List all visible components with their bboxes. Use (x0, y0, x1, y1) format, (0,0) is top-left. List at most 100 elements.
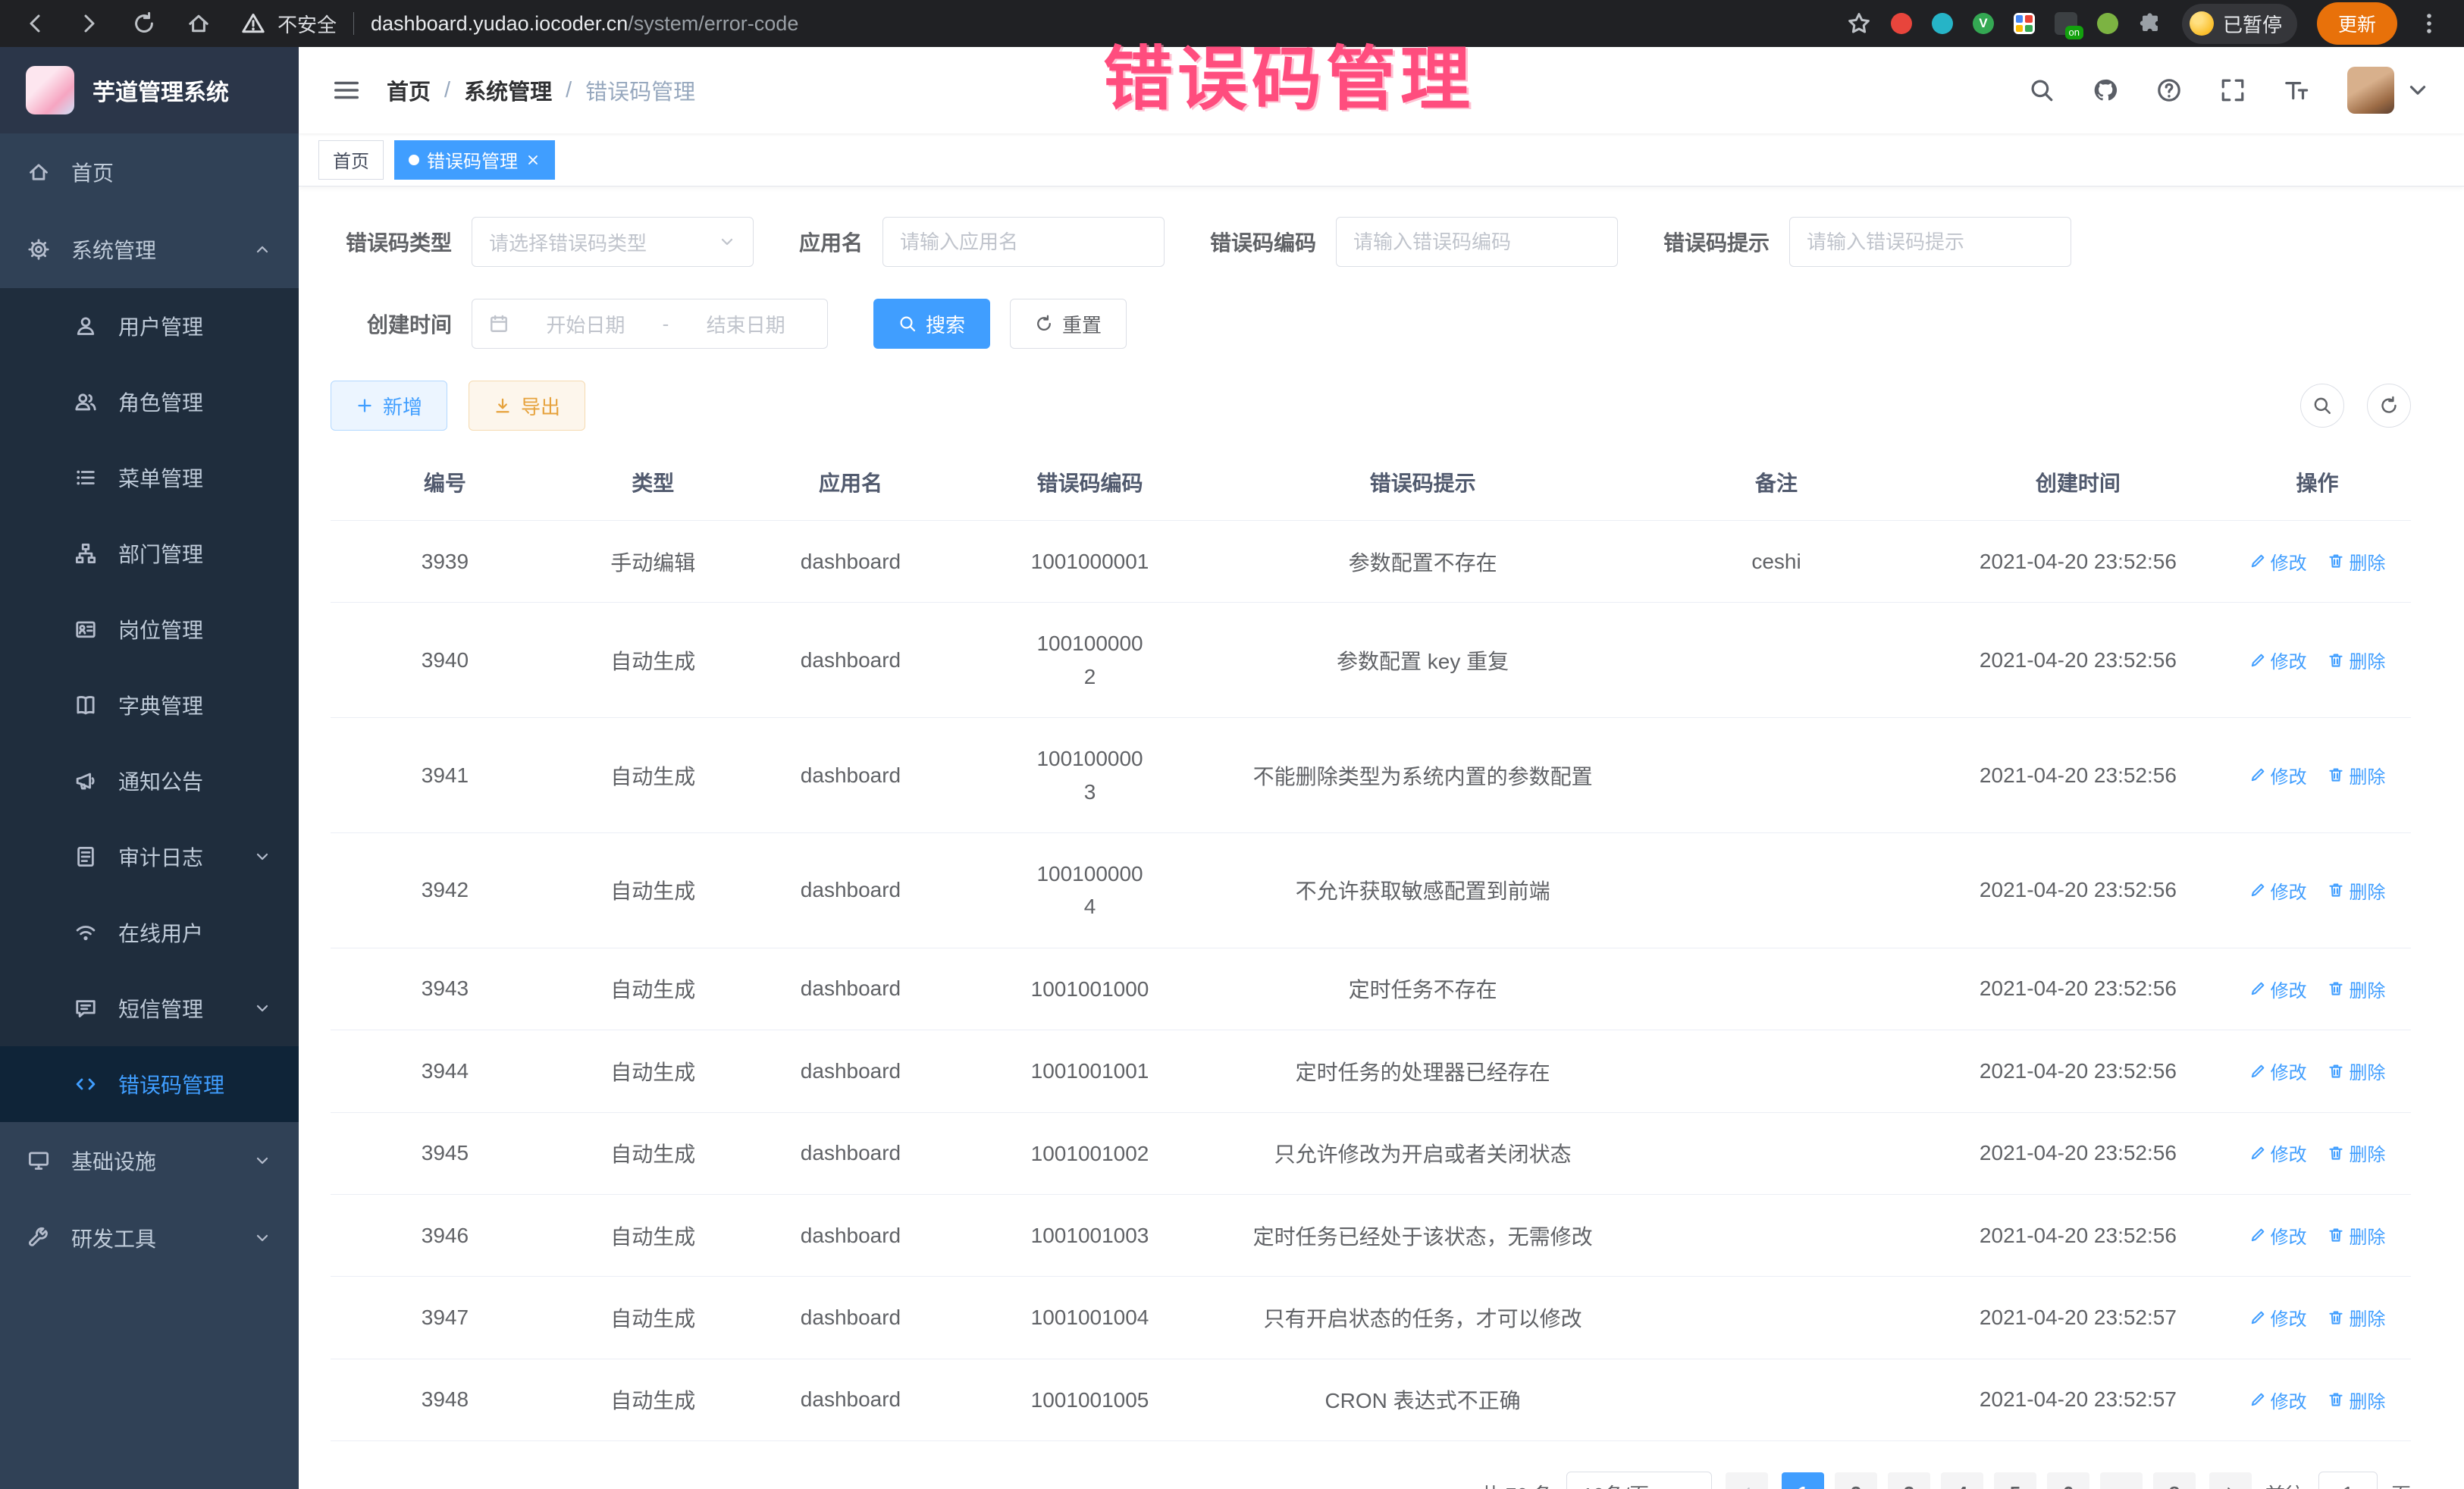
delete-link[interactable]: 删除 (2328, 548, 2385, 575)
search-button[interactable]: 搜索 (873, 299, 990, 349)
app-logo[interactable]: 芋道管理系统 (0, 47, 299, 133)
date-range-picker[interactable]: 开始日期 - 结束日期 (472, 299, 828, 349)
back-icon[interactable] (23, 11, 47, 36)
page-button[interactable]: 5 (1994, 1472, 2036, 1489)
security-chip[interactable]: 不安全 (241, 10, 337, 38)
end-date-placeholder: 结束日期 (681, 310, 810, 338)
hamburger-icon[interactable] (332, 76, 361, 105)
reload-icon[interactable] (132, 11, 156, 36)
delete-link[interactable]: 删除 (2328, 1304, 2385, 1331)
ext-grid-icon[interactable] (2014, 13, 2035, 34)
cell-actions: 修改 删除 (2224, 603, 2411, 718)
cell-msg: 不能删除类型为系统内置的参数配置 (1225, 718, 1620, 833)
extensions-puzzle-icon[interactable] (2138, 11, 2162, 36)
page-button[interactable]: 4 (1941, 1472, 1983, 1489)
sidebar-item-system[interactable]: 系统管理 (0, 211, 299, 288)
sidebar-item-announcement[interactable]: 通知公告 (0, 743, 299, 819)
emoji-avatar-icon (2190, 11, 2214, 36)
table-row: 3943 自动生成 dashboard 1001001000 定时任务不存在 2… (331, 948, 2411, 1030)
page-size-select[interactable]: 10条/页 (1566, 1472, 1712, 1489)
edit-link[interactable]: 修改 (2249, 1304, 2307, 1331)
delete-link[interactable]: 删除 (2328, 877, 2385, 904)
ext-v-icon[interactable]: V (1973, 13, 1994, 34)
ext-leaf-icon[interactable] (2097, 13, 2118, 34)
help-icon[interactable] (2156, 77, 2182, 103)
error-msg-input[interactable] (1789, 217, 2071, 267)
sidebar-item-sms[interactable]: 短信管理 (0, 970, 299, 1046)
forward-icon[interactable] (77, 11, 102, 36)
edit-link[interactable]: 修改 (2249, 647, 2307, 673)
sidebar-item-error-code[interactable]: 错误码管理 (0, 1046, 299, 1122)
sidebar-item-infrastructure[interactable]: 基础设施 (0, 1122, 299, 1199)
github-icon[interactable] (2093, 77, 2118, 103)
page-button[interactable]: 1 (1782, 1472, 1824, 1489)
sidebar-item-home[interactable]: 首页 (0, 133, 299, 211)
page-button[interactable]: 3 (1888, 1472, 1930, 1489)
delete-link[interactable]: 删除 (2328, 1387, 2385, 1413)
page-button[interactable]: 2 (1835, 1472, 1877, 1489)
refresh-table-button[interactable] (2367, 384, 2411, 428)
delete-link[interactable]: 删除 (2328, 1139, 2385, 1166)
add-button[interactable]: 新增 (331, 381, 447, 431)
cell-type: 自动生成 (560, 832, 747, 948)
breadcrumb-section[interactable]: 系统管理 (464, 74, 552, 106)
edit-link[interactable]: 修改 (2249, 976, 2307, 1002)
sidebar-item-users[interactable]: 用户管理 (0, 288, 299, 364)
edit-link[interactable]: 修改 (2249, 1222, 2307, 1249)
sidebar-item-departments[interactable]: 部门管理 (0, 516, 299, 591)
page-button[interactable]: 8 (2153, 1472, 2196, 1489)
app-name-input[interactable] (882, 217, 1165, 267)
font-size-icon[interactable] (2284, 77, 2309, 103)
ext-red-icon[interactable] (1891, 13, 1912, 34)
reset-button[interactable]: 重置 (1010, 299, 1127, 349)
profile-paused-badge[interactable]: 已暂停 (2182, 4, 2297, 44)
sidebar-item-audit-log[interactable]: 审计日志 (0, 819, 299, 895)
sidebar-item-label: 在线用户 (118, 917, 203, 948)
browser-update-button[interactable]: 更新 (2317, 2, 2397, 45)
sidebar-item-dictionary[interactable]: 字典管理 (0, 667, 299, 743)
cell-time: 2021-04-20 23:52:56 (1933, 718, 2224, 833)
edit-link[interactable]: 修改 (2249, 1387, 2307, 1413)
delete-link[interactable]: 删除 (2328, 976, 2385, 1002)
export-button[interactable]: 导出 (469, 381, 585, 431)
delete-link[interactable]: 删除 (2328, 762, 2385, 788)
error-code-input[interactable] (1336, 217, 1618, 267)
edit-link[interactable]: 修改 (2249, 1139, 2307, 1166)
edit-link[interactable]: 修改 (2249, 877, 2307, 904)
browser-home-icon[interactable] (187, 11, 211, 36)
toggle-search-button[interactable] (2300, 384, 2344, 428)
goto-page-input[interactable] (2318, 1472, 2378, 1489)
sidebar-item-menus[interactable]: 菜单管理 (0, 440, 299, 516)
bookmark-star-icon[interactable] (1847, 11, 1871, 36)
delete-link[interactable]: 删除 (2328, 647, 2385, 673)
breadcrumb-separator: / (444, 78, 450, 103)
sidebar-item-posts[interactable]: 岗位管理 (0, 591, 299, 667)
ext-dark-icon[interactable]: on (2055, 12, 2077, 35)
user-menu[interactable] (2347, 67, 2431, 114)
delete-link[interactable]: 删除 (2328, 1222, 2385, 1249)
edit-link[interactable]: 修改 (2249, 762, 2307, 788)
error-type-select[interactable]: 请选择错误码类型 (472, 217, 754, 267)
tag-error-code[interactable]: 错误码管理 (394, 140, 555, 180)
address-bar[interactable]: dashboard.yudao.iocoder.cn/system/error-… (371, 12, 798, 36)
page-button[interactable]: ··· (2100, 1472, 2143, 1489)
cell-type: 手动编辑 (560, 521, 747, 603)
search-icon[interactable] (2029, 77, 2055, 103)
sidebar-item-dev-tools[interactable]: 研发工具 (0, 1199, 299, 1277)
breadcrumb-home[interactable]: 首页 (387, 74, 431, 106)
page-button[interactable]: 6 (2047, 1472, 2089, 1489)
tag-home[interactable]: 首页 (318, 140, 384, 180)
sidebar-item-online-users[interactable]: 在线用户 (0, 895, 299, 970)
fullscreen-icon[interactable] (2220, 77, 2246, 103)
delete-link[interactable]: 删除 (2328, 1058, 2385, 1084)
edit-link[interactable]: 修改 (2249, 548, 2307, 575)
close-icon[interactable] (525, 152, 541, 168)
prev-page-button[interactable] (1726, 1472, 1768, 1489)
page-size-value: 10条/页 (1582, 1480, 1649, 1489)
ext-teal-icon[interactable] (1932, 13, 1953, 34)
sidebar-item-roles[interactable]: 角色管理 (0, 364, 299, 440)
edit-link[interactable]: 修改 (2249, 1058, 2307, 1084)
browser-menu-icon[interactable] (2417, 11, 2441, 36)
next-page-button[interactable] (2209, 1472, 2252, 1489)
sidebar-item-label: 错误码管理 (118, 1069, 224, 1099)
